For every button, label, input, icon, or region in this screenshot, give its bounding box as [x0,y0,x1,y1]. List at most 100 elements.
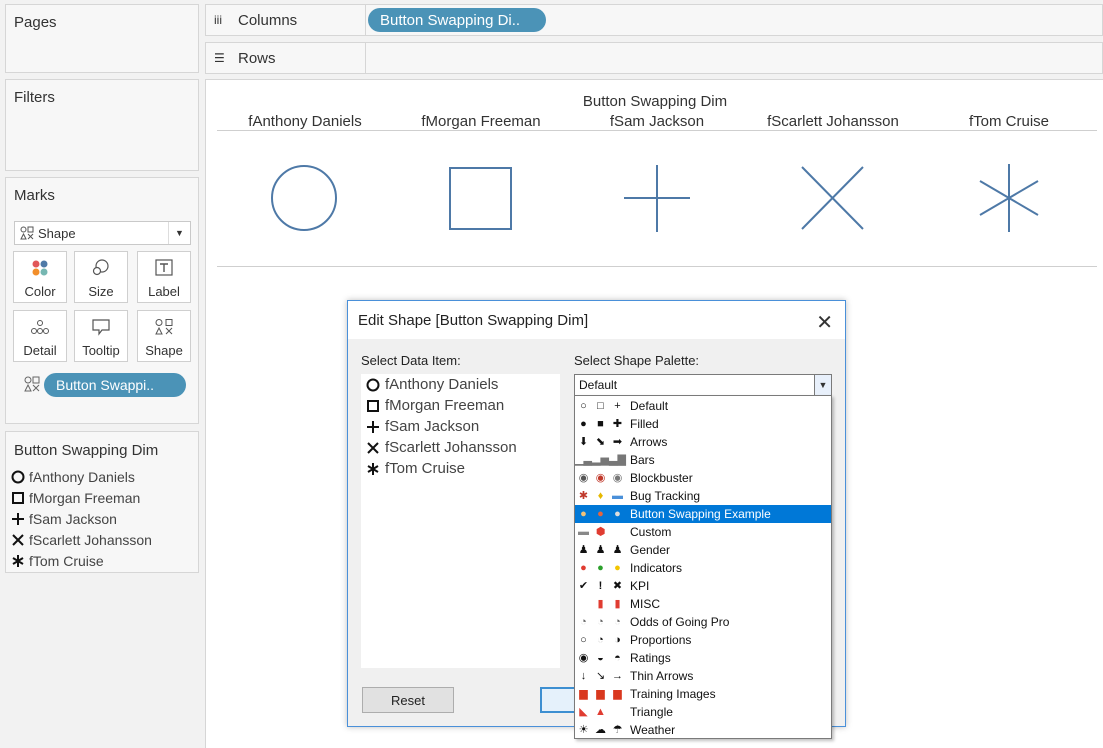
palette-option-label: Odds of Going Pro [630,615,730,629]
shape-field-icon [24,376,40,392]
size-button[interactable]: Size [74,251,128,303]
data-item-list[interactable]: fAnthony Daniels fMorgan Freeman fSam Ja… [361,374,560,668]
palette-option[interactable]: ● ■ ✚ Filled [575,415,831,433]
color-button[interactable]: Color [13,251,67,303]
thin-arrow-right-icon: → [612,669,623,682]
data-item[interactable]: fMorgan Freeman [366,397,504,414]
tooltip-button[interactable]: Tooltip [74,310,128,362]
ticket-icon: ▬ [612,489,623,502]
palette-option[interactable]: ○ ◔ ◑ Proportions [575,631,831,649]
palette-preview: ✔! ✖ [577,580,629,593]
palette-option-label: Gender [630,543,671,557]
palette-preview: ○ □ + [577,400,629,413]
palette-option-label: Indicators [630,561,683,575]
mark-type-select[interactable]: Shape ▼ [14,221,191,245]
column-header[interactable]: fAnthony Daniels [217,113,393,130]
odds-icon-3: ◔ [614,615,621,628]
palette-option[interactable]: ▆ ▆ ▆ Training Images [575,685,831,703]
detail-button[interactable]: Detail [13,310,67,362]
columns-pill[interactable]: Button Swapping Di.. [368,8,546,32]
misc-icon-2: ▮ [614,597,621,610]
palette-option[interactable]: ✱ ♦ ▬ Bug Tracking [575,487,831,505]
palette-option-label: Bars [630,453,655,467]
reset-button[interactable]: Reset [362,687,454,713]
filters-card[interactable]: Filters [5,79,199,171]
legend-item[interactable]: fMorgan Freeman [11,490,140,506]
chevron-down-icon[interactable]: ▼ [814,375,831,395]
palette-preview: ○ ◔ ◑ [577,634,629,647]
palette-option[interactable]: ● ● ● Indicators [575,559,831,577]
rows-shelf[interactable]: ☰ Rows [205,42,1103,74]
legend-item[interactable]: fTom Cruise [11,553,104,569]
palette-option[interactable]: ♟ ♟ ♟ Gender [575,541,831,559]
data-item[interactable]: fTom Cruise [366,460,465,477]
marks-shape-pill[interactable]: Button Swappi.. [44,373,186,397]
select-palette-label: Select Shape Palette: [574,353,700,368]
check-icon: ✔ [578,579,589,592]
column-header[interactable]: fTom Cruise [921,113,1097,130]
lightbulb-icon: ♦ [597,489,604,502]
circle-icon [11,470,25,484]
shape-palette-select[interactable]: Default ▼ [574,374,832,396]
legend-item[interactable]: fSam Jackson [11,511,117,527]
circle-icon [366,378,380,391]
palette-option[interactable]: ▁▃ ▂▅ ▃▇ Bars [575,451,831,469]
close-icon[interactable]: ✕ [816,310,833,335]
avatar-icon-1: ● [580,507,587,520]
palette-option-label: Training Images [630,687,716,701]
palette-option-label: Blockbuster [630,471,693,485]
detail-label: Detail [23,343,57,358]
half-circle-icon: ◑ [614,633,621,646]
bars-mid-icon: ▂▅ [592,453,609,466]
legend-item-label: fSam Jackson [29,511,117,527]
data-item-label: fTom Cruise [385,460,466,477]
palette-preview: ◣ ▲ [577,706,629,719]
palette-option[interactable]: ⬇ ⬊ ➡ Arrows [575,433,831,451]
shape-legend-card: Button Swapping Dim fAnthony Daniels fMo… [5,431,199,573]
palette-option[interactable]: ○ □ + Default [575,397,831,415]
pages-card[interactable]: Pages [5,4,199,73]
arrow-down-icon: ⬇ [578,435,589,448]
dialog-titlebar[interactable]: Edit Shape [Button Swapping Dim] ✕ [348,301,845,339]
palette-option-label: Bug Tracking [630,489,701,503]
palette-option[interactable]: ◣ ▲ Triangle [575,703,831,721]
shape-button[interactable]: Shape [137,310,191,362]
label-button[interactable]: Label [137,251,191,303]
palette-preview: ▮ ▮ [577,598,629,611]
plus-icon: + [614,399,621,412]
palette-option[interactable]: ◉ ◒ ◓ Ratings [575,649,831,667]
shape-icon [155,319,173,335]
avatar-icon-3: ● [614,507,621,520]
columns-shelf-label: iii Columns [206,5,366,35]
column-header[interactable]: fScarlett Johansson [745,113,921,130]
legend-item-label: fScarlett Johansson [29,532,152,548]
asterisk-icon [367,462,379,475]
chevron-down-icon[interactable]: ▼ [168,222,190,244]
column-header[interactable]: fSam Jackson [569,113,745,130]
palette-option[interactable]: ▬ ⬢ Custom [575,523,831,541]
palette-option[interactable]: ☀ ☁ ☂ Weather [575,721,831,739]
data-item[interactable]: fAnthony Daniels [366,376,498,393]
columns-shelf[interactable]: iii Columns Button Swapping Di.. [205,4,1103,36]
palette-option[interactable]: ▮ ▮ MISC [575,595,831,613]
odds-icon-1: ◔ [580,615,587,628]
palette-preview: ☀ ☁ ☂ [577,724,629,737]
palette-option[interactable]: ◔ ◔ ◔ Odds of Going Pro [575,613,831,631]
blockbuster-icon-2: ◉ [595,471,606,484]
detail-icon [31,320,49,334]
palette-option[interactable]: ↓ ↘ → Thin Arrows [575,667,831,685]
data-item[interactable]: fSam Jackson [366,418,479,435]
shape-palette-dropdown[interactable]: ○ □ + Default ● ■ ✚ Filled ⬇ ⬊ ➡ Arrows ▁▃ ▂▅ ▃▇… [574,395,832,739]
palette-option-label: Default [630,399,669,413]
palette-option-selected[interactable]: ● ● ● Button Swapping Example [575,505,831,523]
palette-option[interactable]: ✔! ✖ KPI [575,577,831,595]
asterisk-mark [979,164,1039,232]
column-header[interactable]: fMorgan Freeman [393,113,569,130]
palette-preview: ● ■ ✚ [577,418,629,431]
legend-item[interactable]: fScarlett Johansson [11,532,152,548]
data-item[interactable]: fScarlett Johansson [366,439,517,456]
filled-square-icon: ■ [597,417,604,430]
legend-item[interactable]: fAnthony Daniels [11,469,135,485]
palette-option[interactable]: ◉ ◉ ◉ Blockbuster [575,469,831,487]
data-item-label: fMorgan Freeman [385,397,505,414]
